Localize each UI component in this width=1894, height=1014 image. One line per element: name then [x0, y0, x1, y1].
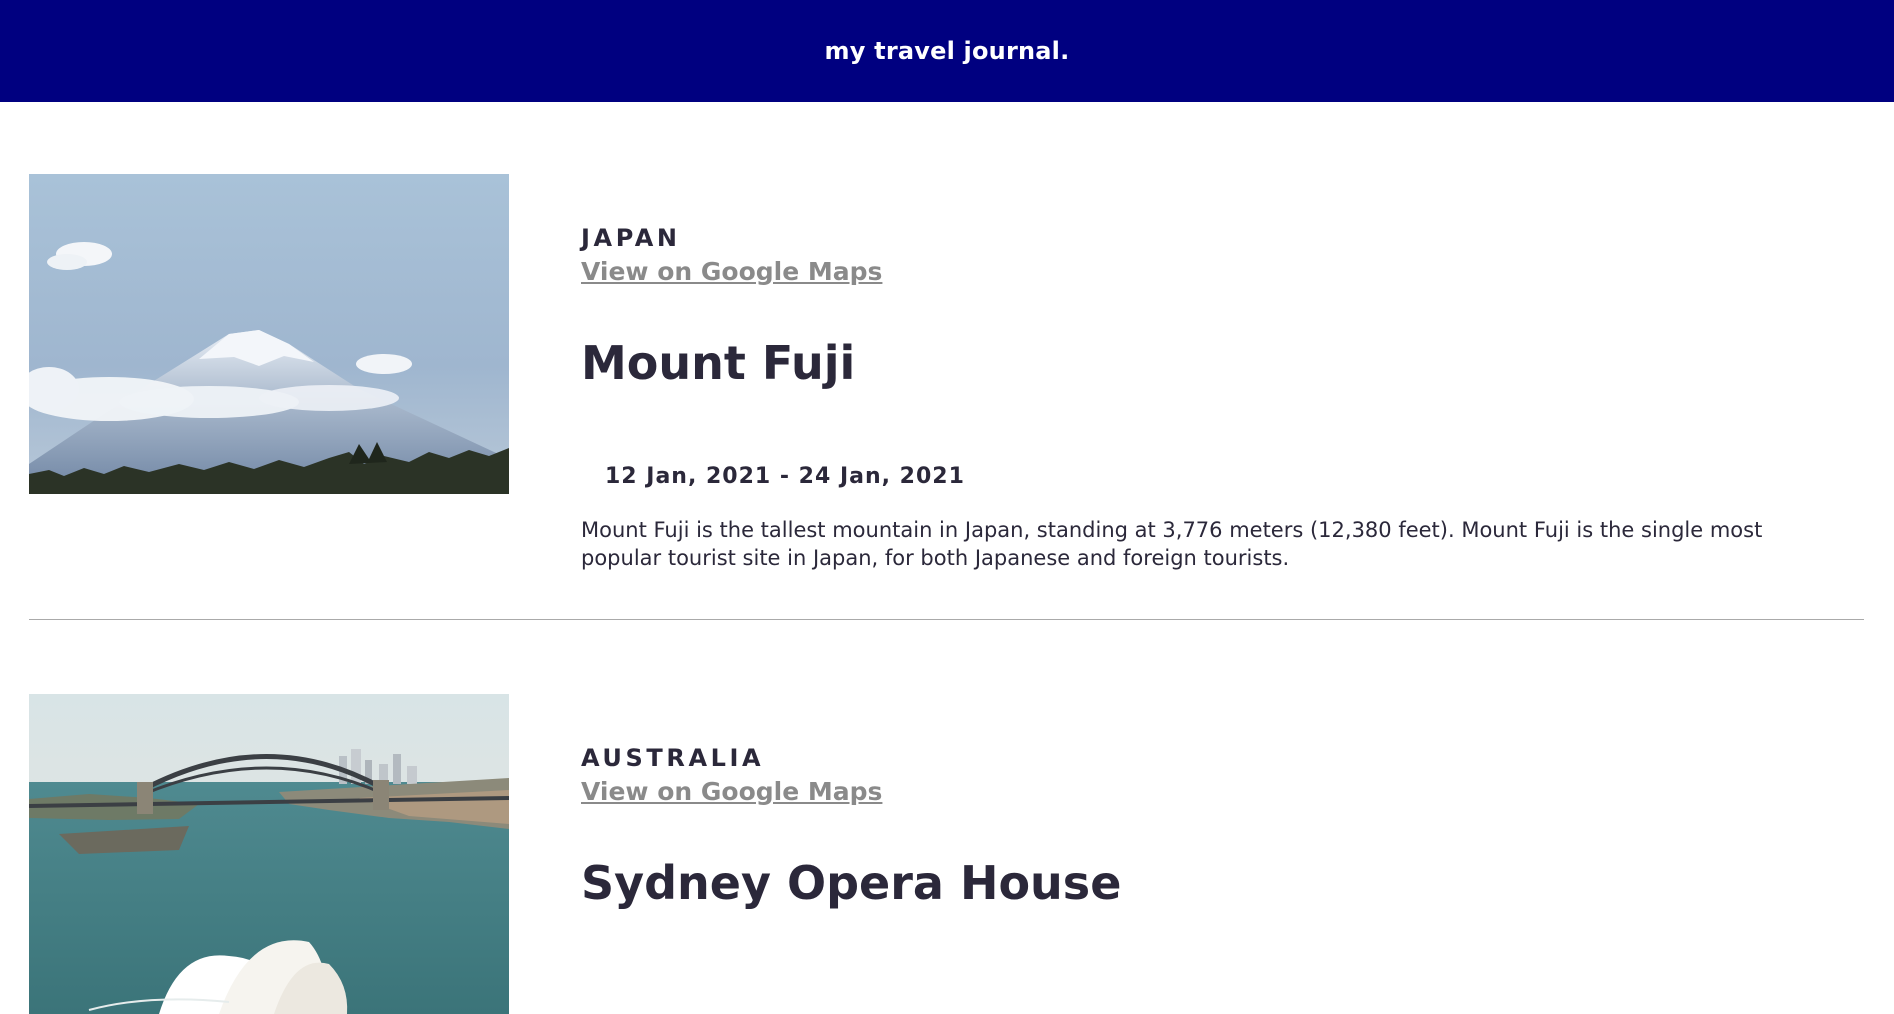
- place-title: Mount Fuji: [581, 336, 856, 390]
- place-title: Sydney Opera House: [581, 856, 1122, 910]
- site-title: my travel journal.: [824, 37, 1070, 65]
- country-label: AUSTRALIA: [581, 744, 765, 772]
- country-label: JAPAN: [581, 224, 681, 252]
- google-maps-link[interactable]: View on Google Maps: [581, 257, 882, 286]
- trip-dates: 12 Jan, 2021 - 24 Jan, 2021: [605, 464, 965, 489]
- entry-divider: [29, 619, 1864, 620]
- header-bar: my travel journal.: [0, 0, 1894, 102]
- place-description: Mount Fuji is the tallest mountain in Ja…: [581, 518, 1763, 570]
- mount-fuji-photo: [29, 174, 509, 494]
- sydney-harbour-photo: [29, 694, 509, 1014]
- google-maps-link[interactable]: View on Google Maps: [581, 777, 882, 806]
